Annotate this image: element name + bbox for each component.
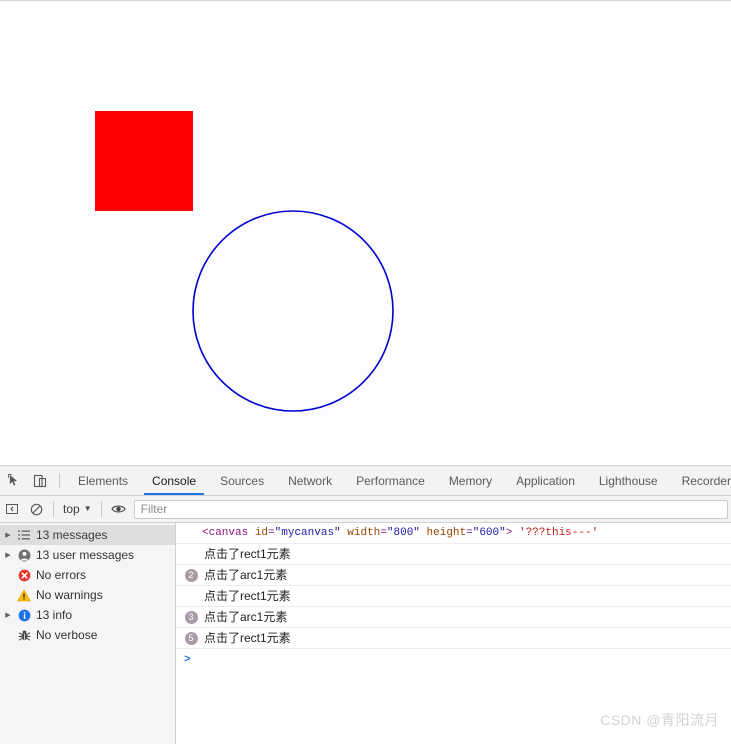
console-message-list[interactable]: <canvas id = "mycanvas" width = "800" height… xyxy=(176,523,731,744)
tab-lighthouse[interactable]: Lighthouse xyxy=(587,466,670,495)
console-message-text: 点击了arc1元素 xyxy=(204,610,288,624)
devtools-window: Elements Console Sources Network Perform… xyxy=(0,0,731,744)
console-filter-bar: top ▼ Filter xyxy=(0,496,731,523)
info-icon xyxy=(14,609,34,622)
tab-recorder[interactable]: Recorder xyxy=(670,466,731,495)
devtools-panel: Elements Console Sources Network Perform… xyxy=(0,465,731,744)
tab-memory-label: Memory xyxy=(448,473,493,488)
console-prompt[interactable]: > xyxy=(176,649,731,671)
tab-console[interactable]: Console xyxy=(140,466,208,495)
canvas-rect1-shape[interactable] xyxy=(95,111,193,211)
expand-arrow-icon[interactable]: ▶ xyxy=(2,611,14,619)
expand-arrow-icon[interactable]: ▶ xyxy=(2,551,14,559)
html-canvas[interactable] xyxy=(0,1,731,465)
clear-console-button[interactable] xyxy=(24,503,48,516)
console-sidebar-toggle-button[interactable] xyxy=(0,503,24,515)
prompt-arrow-icon: > xyxy=(184,654,191,666)
error-icon xyxy=(14,569,34,582)
canvas-tag-open: <canvas xyxy=(202,527,249,539)
clear-console-icon xyxy=(30,503,42,515)
live-expression-button[interactable] xyxy=(107,503,131,515)
devtools-tabstrip: Elements Console Sources Network Perform… xyxy=(0,466,731,496)
tab-elements-label: Elements xyxy=(78,473,129,488)
sidebar-item-verbose-label: No verbose xyxy=(36,628,98,642)
tab-application[interactable]: Application xyxy=(504,466,587,495)
canvas-tag-close: > xyxy=(505,527,513,539)
sidebar-item-messages[interactable]: ▶ 13 messages xyxy=(0,525,175,545)
tab-memory[interactable]: Memory xyxy=(437,466,504,495)
list-icon xyxy=(14,530,34,540)
filterbar-divider-1 xyxy=(53,501,54,517)
tab-performance-label: Performance xyxy=(356,473,425,488)
show-console-sidebar-icon xyxy=(6,504,18,514)
repeat-count-badge: 2 xyxy=(184,568,198,582)
device-toolbar-button[interactable] xyxy=(27,466,53,495)
sidebar-item-info-label: 13 info xyxy=(36,608,73,622)
repeat-count-badge: 5 xyxy=(184,631,198,645)
repeat-badge-slot: 2 xyxy=(182,568,200,582)
user-icon xyxy=(14,549,34,562)
page-viewport xyxy=(0,0,731,465)
console-body: ▶ 13 messages ▶ 13 user messages No erro… xyxy=(0,523,731,744)
sidebar-item-warnings[interactable]: No warnings xyxy=(0,585,175,605)
console-sidebar: ▶ 13 messages ▶ 13 user messages No erro… xyxy=(0,523,176,744)
inspect-element-button[interactable] xyxy=(1,466,27,495)
js-context-selector[interactable]: top ▼ xyxy=(59,502,96,516)
sidebar-item-warnings-label: No warnings xyxy=(36,588,103,602)
tab-sources-label: Sources xyxy=(220,473,265,488)
repeat-badge-slot: 5 xyxy=(182,631,200,645)
chevron-down-icon: ▼ xyxy=(83,504,92,513)
sidebar-item-user-messages[interactable]: ▶ 13 user messages xyxy=(0,545,175,565)
canvas-attr-width-name: width xyxy=(347,527,381,539)
tab-performance[interactable]: Performance xyxy=(344,466,437,495)
console-message-text: 点击了arc1元素 xyxy=(204,568,288,582)
canvas-arc1-shape[interactable] xyxy=(192,210,394,412)
console-message-text: 点击了rect1元素 xyxy=(204,589,291,603)
console-filter-placeholder: Filter xyxy=(140,502,168,516)
tab-application-label: Application xyxy=(516,473,575,488)
canvas-attr-id-value: "mycanvas" xyxy=(274,527,341,539)
device-toolbar-icon xyxy=(33,474,47,487)
live-expression-icon xyxy=(111,505,126,513)
tab-network[interactable]: Network xyxy=(276,466,344,495)
tab-elements[interactable]: Elements xyxy=(66,466,140,495)
canvas-attr-id-name: id xyxy=(254,527,269,539)
sidebar-item-user-messages-label: 13 user messages xyxy=(36,548,135,562)
canvas-attr-width-value: "800" xyxy=(386,527,420,539)
console-filter-input[interactable]: Filter xyxy=(133,499,728,519)
filterbar-divider-2 xyxy=(100,501,102,517)
console-message-row[interactable]: 3 点击了arc1元素 xyxy=(176,607,731,628)
sidebar-item-messages-label: 13 messages xyxy=(36,528,108,542)
expand-arrow-icon[interactable]: ▶ xyxy=(2,531,14,539)
warning-icon xyxy=(14,588,34,602)
console-message-row[interactable]: 2 点击了arc1元素 xyxy=(176,565,731,586)
js-context-label: top xyxy=(63,502,80,516)
console-message-row[interactable]: 点击了rect1元素 xyxy=(176,544,731,565)
canvas-attr-height-name: height xyxy=(426,527,467,539)
sidebar-item-verbose[interactable]: No verbose xyxy=(0,625,175,645)
console-message-row[interactable]: 点击了rect1元素 xyxy=(176,586,731,607)
tab-console-label: Console xyxy=(152,473,197,488)
canvas-trailing-string: '???this---' xyxy=(518,527,599,539)
console-log-canvas-element[interactable]: <canvas id = "mycanvas" width = "800" height… xyxy=(176,523,731,544)
inspect-element-icon xyxy=(7,474,17,486)
console-message-row[interactable]: 5 点击了rect1元素 xyxy=(176,628,731,649)
tab-network-label: Network xyxy=(288,473,333,488)
toolbar-divider xyxy=(59,473,60,488)
verbose-bug-icon xyxy=(14,629,34,642)
repeat-count-badge: 3 xyxy=(184,610,198,624)
sidebar-item-errors-label: No errors xyxy=(36,568,87,582)
console-message-text: 点击了rect1元素 xyxy=(204,631,291,645)
tab-sources[interactable]: Sources xyxy=(208,466,276,495)
canvas-attr-height-value: "600" xyxy=(472,527,506,539)
repeat-badge-slot: 3 xyxy=(182,610,200,624)
sidebar-item-info[interactable]: ▶ 13 info xyxy=(0,605,175,625)
console-message-text: 点击了rect1元素 xyxy=(204,547,291,561)
sidebar-item-errors[interactable]: No errors xyxy=(0,565,175,585)
tab-recorder-label: Recorder xyxy=(681,473,731,488)
tab-lighthouse-label: Lighthouse xyxy=(598,473,658,488)
